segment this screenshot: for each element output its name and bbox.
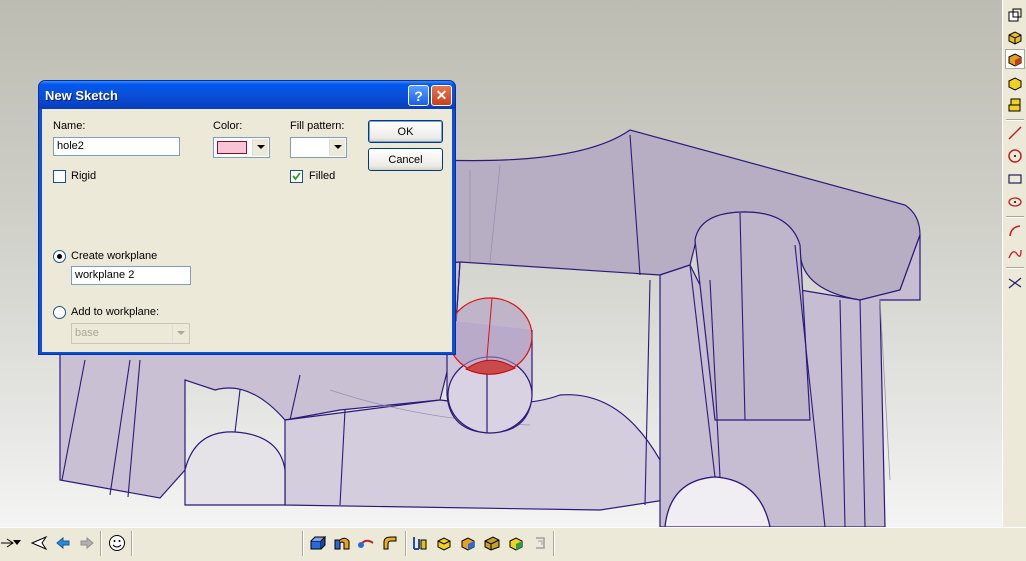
color-label: Color: xyxy=(213,120,243,132)
arc-icon[interactable] xyxy=(1005,221,1025,241)
workplane-select-value: base xyxy=(75,327,99,339)
pattern-icon[interactable] xyxy=(505,532,527,554)
rigid-checkbox[interactable] xyxy=(53,170,66,183)
chevron-down-icon[interactable] xyxy=(252,139,268,156)
draft-icon[interactable] xyxy=(481,532,503,554)
spline-icon[interactable] xyxy=(1005,244,1025,264)
bottom-toolbar xyxy=(0,527,1026,561)
check-icon xyxy=(292,172,301,181)
color-select[interactable] xyxy=(213,137,270,158)
help-icon[interactable]: ? xyxy=(408,85,429,106)
mirror-icon[interactable] xyxy=(529,532,551,554)
next-icon[interactable] xyxy=(76,532,98,554)
chevron-down-icon[interactable] xyxy=(172,325,188,342)
extrude-icon[interactable] xyxy=(307,532,329,554)
fillet-icon[interactable] xyxy=(379,532,401,554)
box-solid-icon[interactable] xyxy=(1005,73,1025,93)
name-label: Name: xyxy=(53,120,86,132)
cancel-button[interactable]: Cancel xyxy=(368,148,443,171)
workplane-name-field[interactable]: workplane 2 xyxy=(71,266,191,285)
revolve-icon[interactable] xyxy=(331,532,353,554)
trim-icon[interactable] xyxy=(1005,273,1025,293)
chamfer-icon[interactable] xyxy=(457,532,479,554)
right-toolbar xyxy=(1002,0,1026,527)
create-workplane-radio[interactable] xyxy=(53,250,66,263)
back-icon[interactable] xyxy=(28,532,50,554)
previous-icon[interactable] xyxy=(52,532,74,554)
sweep-icon[interactable] xyxy=(355,532,377,554)
ellipse-icon[interactable] xyxy=(1005,192,1025,212)
box-stack-icon[interactable] xyxy=(1005,95,1025,115)
loft-icon[interactable] xyxy=(409,532,431,554)
name-field[interactable]: hole2 xyxy=(53,137,180,156)
workplane-select[interactable]: base xyxy=(71,323,190,344)
workplane-icon[interactable] xyxy=(1005,5,1025,25)
dialog-title: New Sketch xyxy=(45,88,118,103)
dropdown-arrow-icon[interactable] xyxy=(10,532,24,554)
new-sketch-dialog: New Sketch ? ✕ Name: hole2 Color: Fill p… xyxy=(38,80,456,355)
add-to-workplane-radio[interactable] xyxy=(53,306,66,319)
smiley-icon[interactable] xyxy=(106,532,128,554)
line-icon[interactable] xyxy=(1005,123,1025,143)
box-view-icon[interactable] xyxy=(1005,27,1025,47)
filled-label: Filled xyxy=(309,170,336,182)
color-swatch xyxy=(217,141,247,154)
circle-icon[interactable] xyxy=(1005,146,1025,166)
shell-icon[interactable] xyxy=(433,532,455,554)
fill-pattern-label: Fill pattern: xyxy=(290,120,345,132)
create-workplane-label: Create workplane xyxy=(71,250,158,262)
dialog-titlebar[interactable]: New Sketch ? ✕ xyxy=(39,81,455,109)
fill-pattern-select[interactable] xyxy=(290,137,347,158)
box-front-icon[interactable] xyxy=(1005,49,1025,69)
rigid-label: Rigid xyxy=(71,170,97,182)
rectangle-icon[interactable] xyxy=(1005,169,1025,189)
dialog-body: Name: hole2 Color: Fill pattern: OK Canc… xyxy=(42,109,452,352)
ok-button[interactable]: OK xyxy=(368,120,443,143)
chevron-down-icon[interactable] xyxy=(329,139,345,156)
sketch-circle[interactable] xyxy=(447,297,533,375)
add-to-workplane-label: Add to workplane: xyxy=(71,306,160,318)
filled-checkbox[interactable] xyxy=(290,170,303,183)
close-icon[interactable]: ✕ xyxy=(431,85,452,106)
